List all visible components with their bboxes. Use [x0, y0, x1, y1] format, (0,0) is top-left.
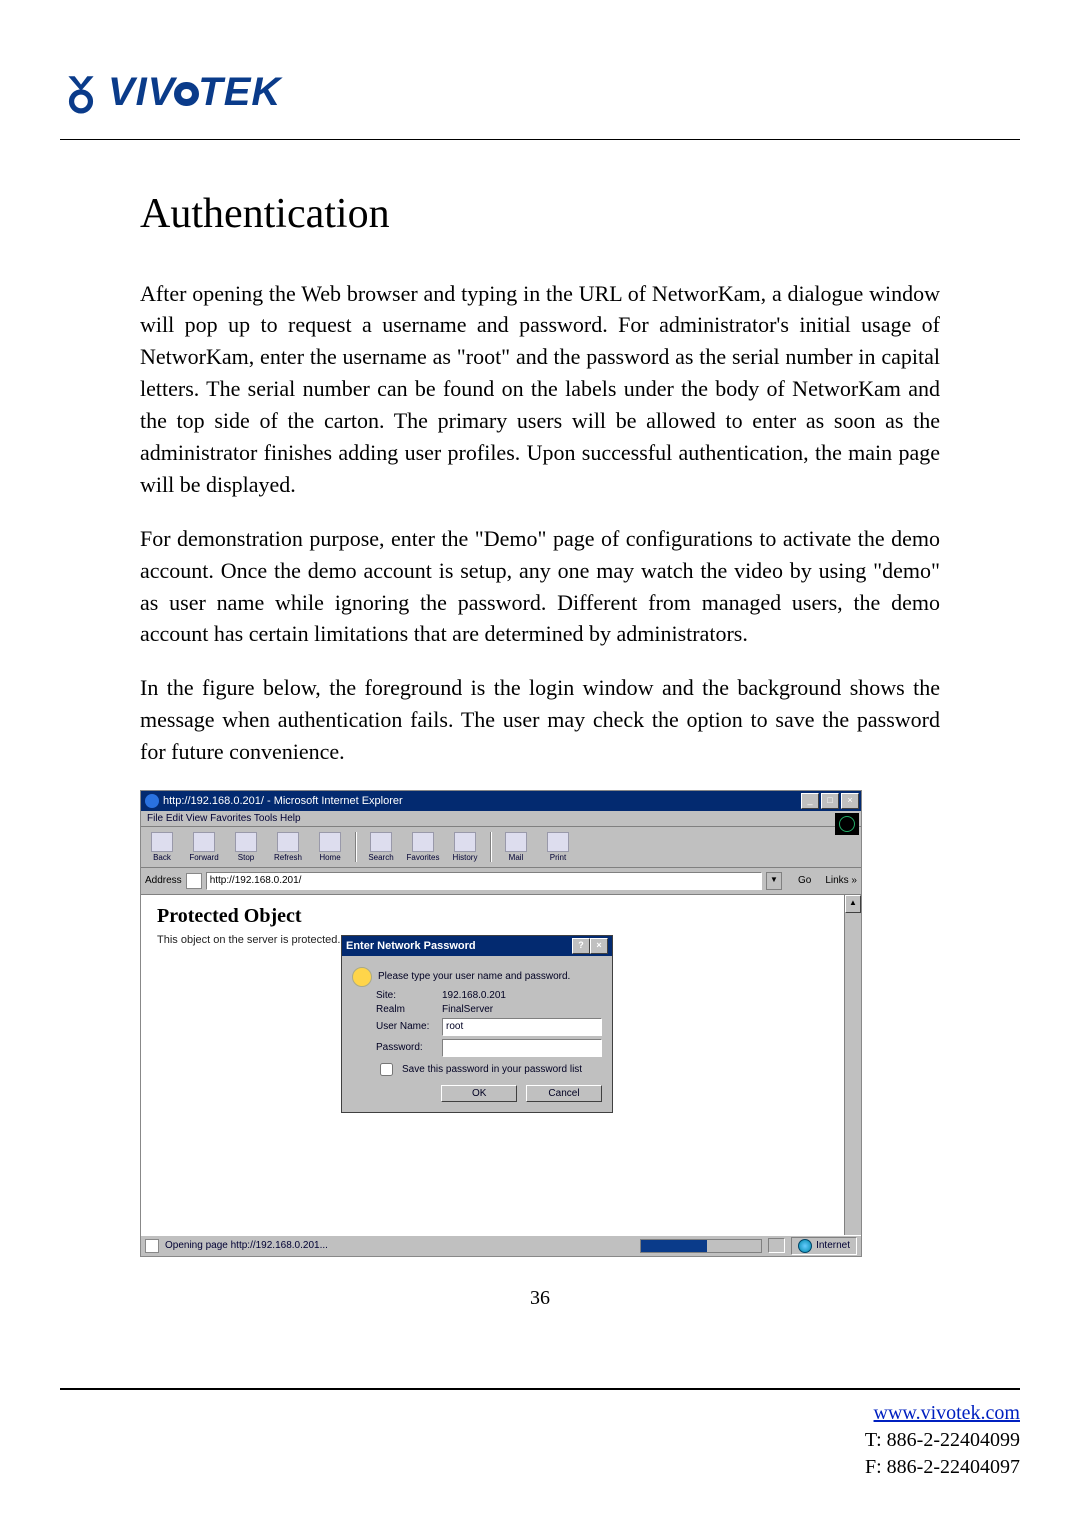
footer-fax: F: 886-2-22404097 — [865, 1456, 1020, 1478]
maximize-button[interactable]: □ — [821, 793, 839, 809]
dialog-title: Enter Network Password — [346, 940, 476, 952]
password-label: Password: — [376, 1042, 436, 1053]
address-bar: Address http://192.168.0.201/ ▼ Go Links… — [141, 868, 861, 895]
scroll-up-icon[interactable]: ▲ — [845, 895, 861, 913]
status-bar: Opening page http://192.168.0.201... Int… — [141, 1235, 861, 1256]
mail-button[interactable]: Mail — [499, 832, 533, 862]
dialog-close-button[interactable]: × — [590, 938, 608, 954]
footer-tel: T: 886-2-22404099 — [865, 1429, 1020, 1451]
ie-logo-icon — [145, 794, 159, 808]
throbber-icon — [835, 813, 859, 835]
dialog-help-button[interactable]: ? — [572, 938, 590, 954]
status-text: Opening page http://192.168.0.201... — [165, 1240, 328, 1251]
realm-label: Realm — [376, 1004, 436, 1015]
dialog-prompt: Please type your user name and password. — [378, 971, 570, 982]
logo-mark-icon — [60, 72, 102, 114]
toolbar: Back Forward Stop Refresh Home Search Fa… — [141, 827, 861, 868]
scrollbar[interactable]: ▲ — [844, 895, 861, 1235]
username-label: User Name: — [376, 1021, 436, 1032]
page-number: 36 — [60, 1287, 1020, 1310]
ok-button[interactable]: OK — [441, 1085, 517, 1102]
paragraph: For demonstration purpose, enter the "De… — [140, 523, 940, 651]
address-dropdown[interactable]: ▼ — [766, 872, 782, 890]
forward-button[interactable]: Forward — [187, 832, 221, 862]
favorites-button[interactable]: Favorites — [406, 832, 440, 862]
address-label: Address — [145, 875, 182, 886]
page-icon — [145, 1239, 159, 1253]
links-button[interactable]: Links » — [825, 875, 857, 886]
stop-button[interactable]: Stop — [229, 832, 263, 862]
address-input[interactable]: http://192.168.0.201/ — [206, 872, 762, 890]
username-input[interactable]: root — [442, 1018, 602, 1036]
home-button[interactable]: Home — [313, 832, 347, 862]
progress-bar — [640, 1239, 762, 1253]
back-button[interactable]: Back — [145, 832, 179, 862]
error-title: Protected Object — [157, 905, 845, 928]
browser-screenshot: http://192.168.0.201/ - Microsoft Intern… — [140, 790, 862, 1257]
close-button[interactable]: × — [841, 793, 859, 809]
paragraph: After opening the Web browser and typing… — [140, 278, 940, 501]
zone-pane: Internet — [791, 1237, 857, 1255]
save-password-label: Save this password in your password list — [402, 1064, 582, 1075]
globe-icon — [798, 1239, 812, 1253]
menubar[interactable]: File Edit View Favorites Tools Help — [141, 811, 861, 827]
footer: www.vivotek.com T: 886-2-22404099 F: 886… — [0, 1400, 1080, 1491]
password-input[interactable] — [442, 1039, 602, 1057]
search-button[interactable]: Search — [364, 832, 398, 862]
refresh-button[interactable]: Refresh — [271, 832, 305, 862]
dialog-titlebar: Enter Network Password ? × — [342, 936, 612, 956]
page-title: Authentication — [140, 190, 940, 238]
go-button[interactable]: Go — [798, 875, 811, 886]
realm-value: FinalServer — [442, 1004, 493, 1015]
print-button[interactable]: Print — [541, 832, 575, 862]
status-pane — [768, 1238, 785, 1253]
page-icon — [186, 873, 202, 889]
logo-text: VIVTEK — [108, 70, 281, 115]
site-value: 192.168.0.201 — [442, 990, 506, 1001]
auth-dialog: Enter Network Password ? × Please type y… — [341, 935, 613, 1113]
key-icon — [352, 967, 372, 987]
cancel-button[interactable]: Cancel — [526, 1085, 602, 1102]
browser-viewport: Protected Object This object on the serv… — [141, 895, 861, 1235]
paragraph: In the figure below, the foreground is t… — [140, 672, 940, 768]
footer-rule — [60, 1388, 1020, 1390]
window-titlebar: http://192.168.0.201/ - Microsoft Intern… — [141, 791, 861, 811]
site-label: Site: — [376, 990, 436, 1001]
window-title: http://192.168.0.201/ - Microsoft Intern… — [163, 795, 403, 807]
history-button[interactable]: History — [448, 832, 482, 862]
save-password-checkbox[interactable] — [380, 1063, 393, 1076]
minimize-button[interactable]: _ — [801, 793, 819, 809]
footer-url[interactable]: www.vivotek.com — [874, 1402, 1020, 1424]
zone-label: Internet — [816, 1240, 850, 1251]
logo: VIVTEK — [60, 70, 1020, 119]
